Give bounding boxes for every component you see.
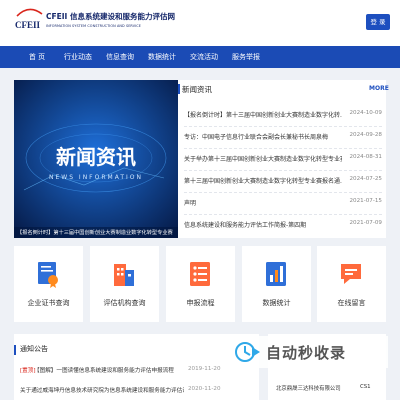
chart-icon xyxy=(266,262,286,286)
logo-mark-icon: CFEII xyxy=(15,8,43,30)
notice-section: 通知公告 [置顶] 【图解】一图读懂信息系统建设和服务能力评估申报流程 2019… xyxy=(14,334,259,400)
svg-text:CFEII: CFEII xyxy=(15,20,41,30)
tile-label: 申报流程 xyxy=(186,299,215,307)
news-item-date: 2021-07-09 xyxy=(349,220,382,226)
tile-label: 数据统计 xyxy=(262,299,291,307)
tile-certificate-query[interactable]: 企业证书查询 xyxy=(14,246,83,322)
company-level: CS1 xyxy=(360,384,371,390)
news-item-title: 关于举办第十三届中国创新创业大赛制造业数字化转型专业赛... xyxy=(184,156,342,163)
news-item[interactable]: 第十三届中国创新创业大赛制造业数字化转型专业赛报名通... 2024-07-25 xyxy=(184,176,382,188)
section-marker xyxy=(14,345,16,355)
notice-item[interactable]: [置顶] 【图解】一图读懂信息系统建设和服务能力评估申报流程 2019-11-2… xyxy=(20,366,255,378)
news-item[interactable]: 专访：中国电子信息行业联合会副会长兼秘书长周泉梅 2024-09-28 xyxy=(184,132,382,144)
tile-data-statistics[interactable]: 数据统计 xyxy=(242,246,311,322)
divider xyxy=(184,214,382,216)
nav-item-info-query[interactable]: 信息查询 xyxy=(100,46,140,68)
certificate-icon xyxy=(38,262,58,288)
nav-item-home[interactable]: 首 页 xyxy=(22,46,52,68)
news-item-date: 2024-09-28 xyxy=(349,132,382,138)
watermark-logo-icon xyxy=(235,342,260,362)
banner-title-cn: 新闻资讯 xyxy=(56,145,136,169)
news-item[interactable]: 关于举办第十三届中国创新创业大赛制造业数字化转型专业赛... 2024-08-3… xyxy=(184,154,382,166)
site-header: CFEII CFEII 信息系统建设和服务能力评估网 INFORMATION S… xyxy=(0,0,400,46)
flow-icon xyxy=(190,262,210,286)
divider xyxy=(184,148,382,150)
news-item-title: 声明 xyxy=(184,200,197,207)
site-logo[interactable]: CFEII CFEII 信息系统建设和服务能力评估网 INFORMATION S… xyxy=(14,6,194,40)
notice-item-date: 2020-11-20 xyxy=(188,386,221,392)
nav-item-events[interactable]: 交流活动 xyxy=(184,46,224,68)
tile-label: 在线留言 xyxy=(337,299,366,307)
nav-item-industry-news[interactable]: 行业动态 xyxy=(58,46,98,68)
watermark-text: 自动秒收录 xyxy=(266,344,347,362)
news-more-link[interactable]: MORE xyxy=(369,85,389,92)
message-icon xyxy=(341,264,361,284)
notice-item-title: 关于通过威海坤丹信息技术研究院为信息系统建设和服务能力评估试... xyxy=(20,388,184,394)
news-item-title: 专访：中国电子信息行业联合会副会长兼秘书长周泉梅 xyxy=(184,134,329,141)
tile-label: 评估机构查询 xyxy=(103,299,146,307)
company-name: 北京鼎晟三达科技有限公司 xyxy=(276,386,341,392)
news-item-title: 第十三届中国创新创业大赛制造业数字化转型专业赛报名通... xyxy=(184,178,342,185)
news-item-date: 2024-10-09 xyxy=(349,110,382,116)
news-item-date: 2024-08-31 xyxy=(349,154,382,160)
notice-section-title: 通知公告 xyxy=(20,345,48,353)
watermark-overlay: 自动秒收录 xyxy=(228,336,388,368)
login-button[interactable]: 登 录 xyxy=(366,14,390,30)
logo-subtitle: INFORMATION SYSTEM CONSTRUCTION AND SERV… xyxy=(46,24,141,28)
company-row[interactable]: 北京鼎晟三达科技有限公司 CS1 xyxy=(276,384,380,396)
nav-item-statistics[interactable]: 数据统计 xyxy=(142,46,182,68)
building-icon xyxy=(114,264,134,286)
notice-item[interactable]: 关于通过威海坤丹信息技术研究院为信息系统建设和服务能力评估试... 2020-1… xyxy=(20,386,255,398)
divider xyxy=(184,126,382,128)
notice-item-date: 2019-11-20 xyxy=(188,366,221,372)
tile-application-process[interactable]: 申报流程 xyxy=(166,246,235,322)
news-banner-caption[interactable]: 【报名倒计时】第十三届中国创新创业大赛制造业数字化转型专业赛 xyxy=(14,227,178,238)
news-section: 新闻资讯 NEWS INFORMATION 【报名倒计时】第十三届中国创新创业大… xyxy=(14,80,389,238)
nav-item-report[interactable]: 服务举报 xyxy=(226,46,266,68)
section-marker xyxy=(178,84,180,94)
news-item-title: 信息系统建设和服务能力评估工作简报-第四期 xyxy=(184,222,307,229)
notice-item-title: 【图解】一图读懂信息系统建设和服务能力评估申报流程 xyxy=(34,368,174,374)
tile-agency-query[interactable]: 评估机构查询 xyxy=(90,246,159,322)
tile-label: 企业证书查询 xyxy=(27,299,70,307)
divider xyxy=(184,192,382,194)
news-item[interactable]: 声明 2021-07-15 xyxy=(184,198,382,210)
news-item-date: 2021-07-15 xyxy=(349,198,382,204)
banner-title-en: NEWS INFORMATION xyxy=(49,174,143,181)
news-section-title: 新闻资讯 xyxy=(182,85,212,94)
logo-title: CFEII 信息系统建设和服务能力评估网 xyxy=(46,12,175,21)
divider xyxy=(184,170,382,172)
news-item-title: 【报名倒计时】第十三届中国创新创业大赛制造业数字化转... xyxy=(184,112,342,119)
main-nav: 首 页 行业动态 信息查询 数据统计 交流活动 服务举报 xyxy=(0,46,400,68)
news-item[interactable]: 信息系统建设和服务能力评估工作简报-第四期 2021-07-09 xyxy=(184,220,382,232)
tile-online-message[interactable]: 在线留言 xyxy=(317,246,386,322)
news-banner-image[interactable]: 新闻资讯 NEWS INFORMATION 【报名倒计时】第十三届中国创新创业大… xyxy=(14,80,178,238)
news-banner-art: 新闻资讯 NEWS INFORMATION xyxy=(14,80,178,238)
service-tiles: 企业证书查询 评估机构查询 申报流程 数据统计 在线留言 xyxy=(14,246,386,322)
news-item-date: 2024-07-25 xyxy=(349,176,382,182)
news-item[interactable]: 【报名倒计时】第十三届中国创新创业大赛制造业数字化转... 2024-10-09 xyxy=(184,110,382,122)
